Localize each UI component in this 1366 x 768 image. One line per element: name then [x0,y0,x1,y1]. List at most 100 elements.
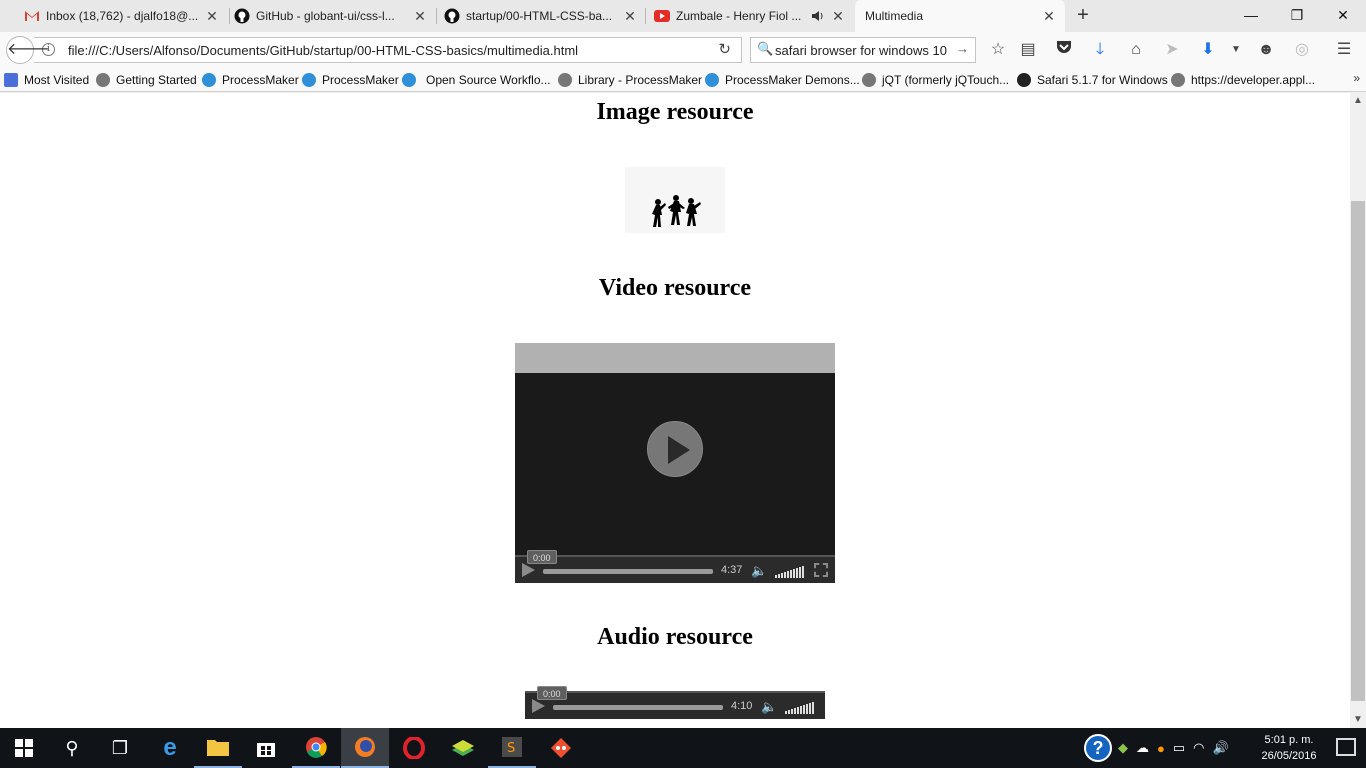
bookmark-processmaker-demos[interactable]: ProcessMaker Demons... [705,72,860,88]
vertical-scrollbar[interactable]: ▲ ▼ [1350,93,1366,728]
firefox-icon[interactable] [341,728,389,768]
bookmark-star-icon[interactable]: ☆ [988,40,1008,60]
scroll-up-arrow-icon[interactable]: ▲ [1350,93,1366,109]
bookmark-label: jQT (formerly jQTouch... [882,73,1010,87]
bookmark-processmaker-2[interactable]: ProcessMaker [302,72,399,88]
scroll-down-arrow-icon[interactable]: ▼ [1350,712,1366,728]
clock-time: 5:01 p. m. [1264,734,1314,746]
avast-icon[interactable]: ● [1157,741,1165,756]
volume-icon[interactable]: 🔊 [1213,740,1229,756]
audio-progress-bar[interactable] [553,705,723,710]
close-tab-icon[interactable]: ✕ [830,8,846,25]
tab-github-css[interactable]: GitHub - globant-ui/css-l... ✕ [226,0,436,32]
tab-github-startup[interactable]: startup/00-HTML-CSS-ba... ✕ [436,0,646,32]
bookmark-getting-started[interactable]: Getting Started [96,72,197,88]
search-bar[interactable]: 🔍 safari browser for windows 10 → [750,37,976,63]
mute-icon[interactable]: 🔈 [751,563,767,579]
bookmark-safari[interactable]: Safari 5.1.7 for Windows [1017,72,1168,88]
sync-icon[interactable]: ◎ [1292,40,1312,60]
url-text[interactable]: file:///C:/Users/Alfonso/Documents/GitHu… [68,43,578,58]
play-icon[interactable] [532,699,545,713]
battery-icon[interactable]: ▭ [1173,740,1185,756]
audio-duration: 4:10 [731,700,753,712]
help-icon[interactable]: ? [1084,734,1112,762]
tab-youtube[interactable]: Zumbale - Henry Fiol ... ✕ [646,0,854,32]
close-tab-icon[interactable]: ✕ [204,8,220,25]
tab-multimedia[interactable]: Multimedia ✕ [855,0,1065,32]
chat-icon[interactable]: ☻ [1256,40,1276,60]
close-tab-icon[interactable]: ✕ [1041,8,1057,25]
download-manager-icon[interactable]: ⬇ [1198,40,1218,60]
taskbar-clock[interactable]: 5:01 p. m. 26/05/2016 [1254,732,1324,764]
downloads-icon[interactable]: 🡓 [1090,40,1110,60]
minimize-button[interactable]: — [1228,0,1274,30]
bookmark-jqt[interactable]: jQT (formerly jQTouch... [862,72,1009,88]
play-icon[interactable] [522,563,535,577]
restore-button[interactable]: ❐ [1274,0,1320,30]
video-player[interactable]: 0:00 4:37 🔈 [515,343,835,583]
pocket-icon[interactable] [1054,40,1074,60]
url-bar[interactable]: i file:///C:/Users/Alfonso/Documents/Git… [34,37,742,63]
wifi-icon[interactable]: ◠ [1193,740,1204,756]
speaker-icon[interactable] [810,8,826,24]
processmaker-icon [705,73,719,87]
back-button[interactable]: 🡐 [6,36,50,64]
mute-icon[interactable]: 🔈 [761,699,777,715]
video-controls: 0:00 4:37 🔈 [515,550,835,583]
search-go-icon[interactable]: → [956,41,969,56]
close-tab-icon[interactable]: ✕ [412,8,428,25]
chrome-icon[interactable] [292,728,340,768]
dropdown-arrow-icon[interactable]: ▼ [1226,40,1246,60]
reading-list-icon[interactable]: ▤ [1018,40,1038,60]
task-view-icon[interactable]: ❐ [96,728,144,768]
bookmark-most-visited[interactable]: Most Visited [4,72,89,88]
big-play-button[interactable] [647,421,703,477]
apple-icon [1017,73,1031,87]
bookmark-label: Most Visited [24,73,90,87]
close-tab-icon[interactable]: ✕ [622,8,638,25]
sublime-text-icon[interactable]: S [488,728,536,768]
dancers-image [625,167,725,233]
fullscreen-icon[interactable] [814,563,828,577]
cloud-icon[interactable]: ☁ [1136,740,1149,756]
search-icon[interactable]: ⚲ [48,728,96,768]
video-duration: 4:37 [721,564,743,576]
start-icon[interactable] [0,728,48,768]
system-tray: ? ◆ ☁ ● ▭ ◠ 🔊 [1084,728,1229,768]
video-progress-bar[interactable] [543,569,713,574]
video-current-time: 0:00 [527,550,557,564]
action-center-icon[interactable] [1336,738,1356,756]
tab-title: Multimedia [865,9,924,23]
close-window-button[interactable]: ✕ [1320,0,1366,30]
gmail-icon [24,8,40,24]
tab-gmail[interactable]: Inbox (18,762) - djalfo18@... ✕ [16,0,228,32]
new-tab-button[interactable]: + [1072,4,1094,28]
send-icon[interactable]: ➤ [1162,40,1182,60]
scroll-thumb[interactable] [1351,201,1365,701]
bookmark-open-source-workflow[interactable]: Open Source Workflo... [402,72,551,88]
github-icon [234,8,250,24]
audio-player[interactable]: 0:00 4:10 🔈 [525,686,825,719]
git-icon[interactable] [537,728,585,768]
store-icon[interactable] [242,728,290,768]
edge-icon[interactable]: e [146,728,194,768]
opera-icon[interactable] [390,728,438,768]
home-icon[interactable]: ⌂ [1126,40,1146,60]
clock-date: 26/05/2016 [1261,750,1317,762]
bookmark-label: Library - ProcessMaker [578,73,703,87]
bookmark-developer-apple[interactable]: https://developer.appl... [1171,72,1315,88]
bookmark-label: Getting Started [116,73,197,87]
bluestacks-tray-icon[interactable]: ◆ [1118,740,1128,756]
reload-icon[interactable]: ↻ [718,40,731,58]
bookmarks-overflow-icon[interactable]: » [1353,71,1360,85]
search-input[interactable]: safari browser for windows 10 [775,43,955,58]
menu-icon[interactable]: ☰ [1334,40,1354,60]
volume-slider[interactable] [775,566,804,578]
audio-heading: Audio resource [597,624,753,650]
volume-slider[interactable] [785,702,814,714]
audio-controls: 0:00 4:10 🔈 [525,686,825,719]
file-explorer-icon[interactable] [194,728,242,768]
bluestacks-icon[interactable] [439,728,487,768]
bookmark-processmaker[interactable]: ProcessMaker [202,72,299,88]
bookmark-library-processmaker[interactable]: Library - ProcessMaker [558,72,702,88]
